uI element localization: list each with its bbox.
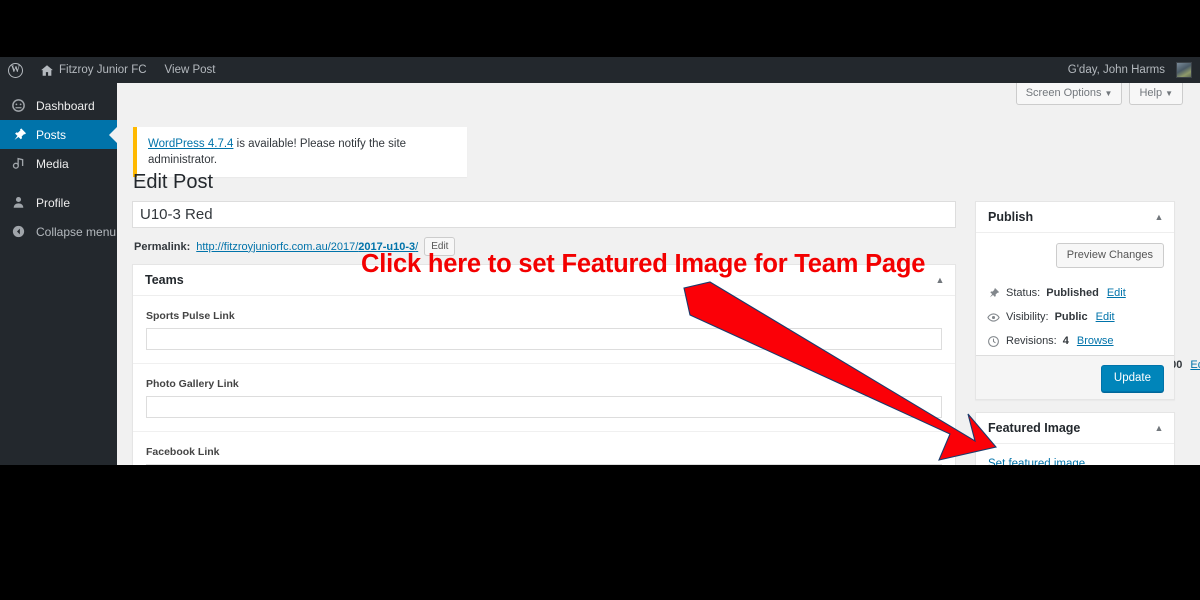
status-label: Status: — [1006, 287, 1041, 299]
field-label: Sports Pulse Link — [146, 310, 235, 322]
publish-metabox-header: Publish ▲ — [976, 202, 1174, 233]
field-sports-pulse-link: Sports Pulse Link — [133, 296, 955, 350]
eye-icon — [986, 310, 1000, 324]
sidebar-item-label: Collapse menu — [36, 224, 117, 239]
screen-meta-links: Screen Options ▼ Help ▼ — [1015, 83, 1183, 106]
field-facebook-link: Facebook Link — [133, 432, 955, 465]
chevron-up-icon[interactable]: ▲ — [934, 275, 946, 285]
site-name-menu[interactable]: Fitzroy Junior FC — [31, 57, 156, 83]
permalink-url[interactable]: http://fitzroyjuniorfc.com.au/2017/2017-… — [196, 241, 418, 253]
browse-revisions-link[interactable]: Browse — [1077, 335, 1114, 347]
status-value: Published — [1046, 287, 1099, 299]
update-button[interactable]: Update — [1100, 365, 1164, 393]
media-icon — [10, 155, 27, 172]
dashboard-icon — [10, 97, 27, 114]
field-divider — [133, 418, 955, 432]
chevron-down-icon: ▼ — [1165, 89, 1173, 98]
screen-options-button[interactable]: Screen Options ▼ — [1015, 83, 1123, 106]
teams-metabox-title: Teams — [145, 273, 184, 287]
help-label: Help — [1139, 87, 1163, 99]
facebook-link-input[interactable] — [146, 464, 942, 465]
sidebar-item-label: Dashboard — [36, 98, 95, 113]
post-title-input[interactable] — [132, 201, 956, 228]
visibility-value: Public — [1054, 311, 1088, 323]
page-title: Edit Post — [133, 171, 214, 193]
permalink-slug: 2017-u10-3 — [358, 240, 416, 253]
wordpress-version-link[interactable]: WordPress 4.7.4 — [148, 138, 233, 150]
field-photo-gallery-link: Photo Gallery Link — [133, 364, 955, 418]
teams-metabox: Teams ▲ Sports Pulse Link Photo Gallery … — [132, 264, 956, 465]
preview-changes-button[interactable]: Preview Changes — [1055, 243, 1164, 269]
publish-metabox: Publish ▲ Preview Changes Status: Publis… — [975, 201, 1200, 400]
permalink-prefix: http://fitzroyjuniorfc.com.au/2017/ — [196, 240, 359, 253]
sidebar-item-media[interactable]: Media — [0, 149, 117, 178]
admin-bar-right: G'day, John Harms — [1060, 57, 1200, 83]
site-name-label: Fitzroy Junior FC — [59, 64, 147, 76]
permalink-row: Permalink: http://fitzroyjuniorfc.com.au… — [134, 237, 456, 256]
user-icon — [10, 194, 27, 211]
greeting-label: G'day, John Harms — [1067, 64, 1165, 76]
photo-gallery-link-input[interactable] — [146, 396, 942, 418]
pin-icon — [10, 126, 27, 143]
chevron-up-icon[interactable]: ▲ — [1153, 212, 1165, 222]
field-label: Facebook Link — [146, 446, 220, 458]
sidebar-item-posts[interactable]: Posts — [0, 120, 117, 149]
collapse-icon — [10, 223, 27, 240]
teams-metabox-header: Teams ▲ — [133, 265, 955, 296]
my-account-menu[interactable]: G'day, John Harms — [1060, 57, 1200, 83]
permalink-suffix: / — [415, 240, 419, 253]
wordpress-logo-icon — [8, 62, 23, 78]
edit-visibility-link[interactable]: Edit — [1096, 311, 1115, 323]
chevron-down-icon: ▼ — [1104, 89, 1113, 98]
sidebar-separator — [0, 178, 117, 188]
edit-permalink-button[interactable]: Edit — [424, 237, 456, 256]
wordpress-logo-menu[interactable] — [0, 57, 31, 83]
screenshot-stage: Fitzroy Junior FC View Post G'day, John … — [0, 0, 1200, 600]
chevron-up-icon[interactable]: ▲ — [1153, 423, 1165, 433]
visibility-row: Visibility: Public Edit — [976, 305, 1174, 329]
view-post-label: View Post — [164, 64, 216, 76]
browser-viewport: Fitzroy Junior FC View Post G'day, John … — [0, 57, 1200, 465]
edit-published-date-link[interactable]: Edit — [1190, 359, 1200, 371]
publish-footer: Update — [976, 355, 1174, 399]
permalink-label: Permalink: — [134, 240, 191, 253]
featured-image-body: Set featured image — [976, 444, 1174, 465]
status-row: Status: Published Edit — [976, 281, 1174, 305]
avatar — [1176, 62, 1192, 78]
screen-options-label: Screen Options — [1025, 87, 1102, 99]
pin-icon — [986, 286, 1000, 300]
home-icon — [41, 64, 53, 76]
sports-pulse-link-input[interactable] — [146, 328, 942, 350]
sidebar-item-profile[interactable]: Profile — [0, 188, 117, 217]
set-featured-image-link[interactable]: Set featured image — [988, 458, 1085, 465]
featured-image-metabox: Featured Image ▲ Set featured image — [975, 412, 1175, 465]
sidebar-item-label: Media — [36, 156, 69, 171]
edit-status-link[interactable]: Edit — [1107, 287, 1126, 299]
featured-image-metabox-title: Featured Image — [988, 421, 1081, 435]
help-button[interactable]: Help ▼ — [1129, 83, 1183, 106]
visibility-label: Visibility: — [1006, 311, 1049, 323]
field-divider — [133, 350, 955, 364]
revisions-label: Revisions: — [1006, 335, 1057, 347]
field-label: Photo Gallery Link — [146, 378, 239, 390]
publish-actions: Preview Changes — [976, 233, 1174, 281]
revisions-count: 4 — [1062, 335, 1069, 347]
sidebar-item-label: Profile — [36, 195, 71, 210]
revisions-row: Revisions: 4 Browse — [976, 329, 1174, 353]
sidebar-item-dashboard[interactable]: Dashboard — [0, 91, 117, 120]
sidebar-item-label: Posts — [36, 127, 67, 142]
view-post-link[interactable]: View Post — [156, 57, 225, 83]
featured-image-metabox-header: Featured Image ▲ — [976, 413, 1174, 444]
sidebar-item-collapse-menu[interactable]: Collapse menu — [0, 217, 117, 246]
clock-icon — [986, 334, 1000, 348]
admin-sidebar: Dashboard Posts Media Profile Collapse m… — [0, 83, 117, 465]
admin-content: Screen Options ▼ Help ▼ WordPress 4.7.4 is… — [117, 83, 1200, 465]
admin-bar: Fitzroy Junior FC View Post G'day, John … — [0, 57, 1200, 83]
publish-metabox-title: Publish — [988, 210, 1034, 224]
